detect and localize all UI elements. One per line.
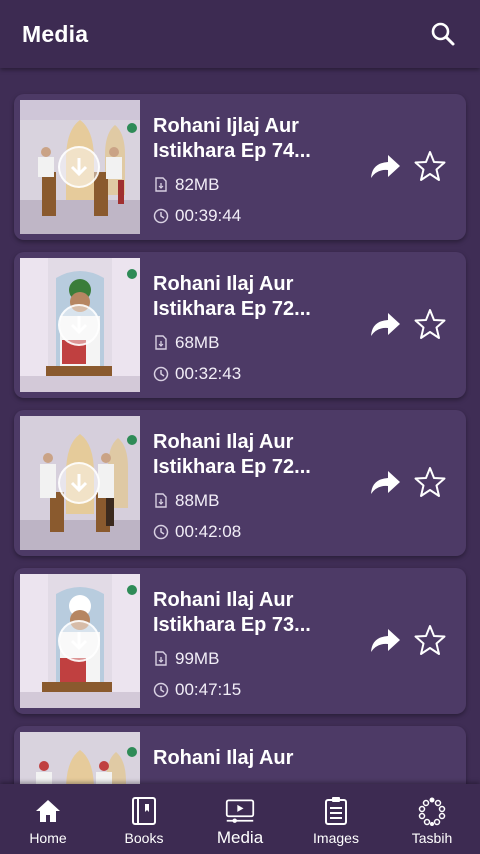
nav-item-home[interactable]: Home: [0, 784, 96, 854]
duration: 00:47:15: [175, 679, 242, 699]
video-thumbnail[interactable]: [20, 732, 140, 784]
home-icon: [33, 796, 63, 826]
nav-label: Home: [29, 830, 67, 846]
video-thumbnail[interactable]: [20, 416, 140, 550]
file-icon: [153, 177, 169, 193]
media-title: Rohani Ilaj Aur: [153, 431, 294, 453]
media-card[interactable]: Rohani Ijlaj Aur Istikhara Ep 74... 82MB…: [14, 94, 466, 240]
video-thumbnail[interactable]: [20, 258, 140, 392]
share-icon[interactable]: [368, 151, 402, 181]
favorite-star-icon[interactable]: [414, 624, 446, 656]
duration: 00:39:44: [175, 205, 242, 225]
page-title: Media: [22, 20, 89, 47]
media-title: Istikhara Ep 72...: [153, 456, 311, 478]
download-icon[interactable]: [58, 146, 100, 188]
file-size: 82MB: [175, 174, 220, 194]
clock-icon: [153, 682, 169, 698]
clock-icon: [153, 524, 169, 540]
media-title: Istikhara Ep 74...: [153, 140, 311, 162]
nav-label: Tasbih: [411, 830, 453, 846]
media-list[interactable]: Rohani Ijlaj Aur Istikhara Ep 74... 82MB…: [0, 68, 480, 784]
favorite-star-icon[interactable]: [414, 150, 446, 182]
download-icon[interactable]: [58, 304, 100, 346]
share-icon[interactable]: [368, 467, 402, 497]
nav-label: Books: [124, 830, 164, 846]
duration: 00:42:08: [175, 521, 242, 541]
media-card[interactable]: Rohani Ilaj Aur Istikhara Ep 72... 88MB …: [14, 410, 466, 556]
favorite-star-icon[interactable]: [414, 308, 446, 340]
duration: 00:32:43: [175, 363, 242, 383]
file-size: 99MB: [175, 648, 220, 668]
media-title: Istikhara Ep 73...: [153, 614, 311, 636]
tasbih-icon: [417, 796, 447, 826]
search-icon[interactable]: [428, 19, 458, 49]
images-icon: [321, 796, 351, 826]
download-icon[interactable]: [58, 462, 100, 504]
media-title: Rohani Ijlaj Aur: [153, 115, 299, 137]
books-icon: [129, 796, 159, 826]
media-card[interactable]: Rohani Ilaj Aur Istikhara Ep 72... 68MB …: [14, 252, 466, 398]
media-title: Rohani Ilaj Aur: [153, 589, 294, 611]
media-title: Rohani Ilaj Aur: [153, 273, 294, 295]
nav-item-books[interactable]: Books: [96, 784, 192, 854]
video-thumbnail[interactable]: [20, 574, 140, 708]
bottom-navigation: Home Books Media Images Tasbih: [0, 784, 480, 854]
file-icon: [153, 493, 169, 509]
app-bar: Media: [0, 0, 480, 68]
media-icon: [225, 796, 255, 826]
media-title: Istikhara Ep 72...: [153, 298, 311, 320]
nav-item-images[interactable]: Images: [288, 784, 384, 854]
media-card[interactable]: Rohani Ilaj Aur Istikhara Ep 73... 99MB …: [14, 568, 466, 714]
share-icon[interactable]: [368, 309, 402, 339]
video-thumbnail[interactable]: [20, 100, 140, 234]
file-icon: [153, 651, 169, 667]
file-icon: [153, 335, 169, 351]
download-icon[interactable]: [58, 620, 100, 662]
file-size: 88MB: [175, 490, 220, 510]
nav-label: Media: [216, 828, 264, 847]
favorite-star-icon[interactable]: [414, 466, 446, 498]
nav-item-media[interactable]: Media: [192, 784, 288, 854]
media-card[interactable]: Rohani Ilaj Aur: [14, 726, 466, 784]
share-icon[interactable]: [368, 625, 402, 655]
media-title: Rohani Ilaj Aur: [153, 747, 294, 769]
nav-label: Images: [313, 830, 359, 846]
clock-icon: [153, 366, 169, 382]
clock-icon: [153, 208, 169, 224]
file-size: 68MB: [175, 332, 220, 352]
nav-item-tasbih[interactable]: Tasbih: [384, 784, 480, 854]
